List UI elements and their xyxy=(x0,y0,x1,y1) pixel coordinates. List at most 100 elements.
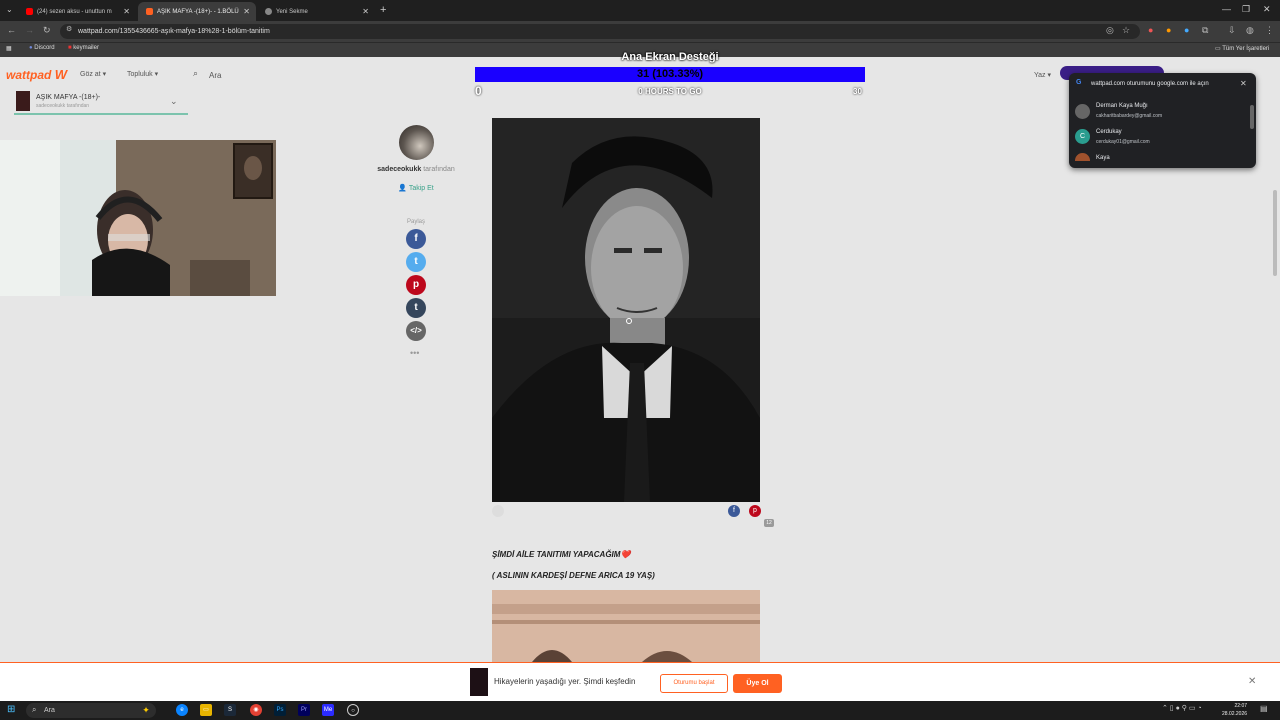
account-name[interactable]: Cerdukay xyxy=(1096,129,1122,135)
close-icon[interactable]: ✕ xyxy=(123,7,130,16)
story-paragraph: ŞİMDİ AİLE TANITIMI YAPACAĞIM❤️ xyxy=(492,550,631,559)
avatar xyxy=(1075,153,1090,161)
follow-button[interactable]: 👤 Takip Et xyxy=(360,184,472,192)
extension-icon[interactable]: ● xyxy=(1166,25,1171,35)
tab-wattpad[interactable]: AŞIK MAFYA -(18+)- - 1.BÖLÜ ✕ xyxy=(138,2,256,21)
premiere-icon[interactable]: Pr xyxy=(298,704,310,716)
chevron-down-icon[interactable]: ⌄ xyxy=(170,96,178,107)
youtube-icon xyxy=(26,8,33,15)
search-icon: ⌕ xyxy=(32,705,37,714)
menu-icon[interactable]: ⋮ xyxy=(1265,25,1274,36)
wattpad-logo[interactable]: wattpad W xyxy=(6,67,67,82)
facebook-icon[interactable]: f xyxy=(406,229,426,249)
close-icon[interactable]: ✕ xyxy=(1248,676,1256,687)
new-tab-button[interactable]: + xyxy=(380,4,386,16)
add-user-icon: 👤 xyxy=(398,185,407,192)
taskbar-search[interactable]: Ara xyxy=(26,703,156,718)
scrollbar[interactable] xyxy=(1250,105,1254,129)
minimize-button[interactable]: — xyxy=(1222,4,1231,14)
twitter-icon[interactable]: t xyxy=(406,252,426,272)
nav-write[interactable]: Yaz ▾ xyxy=(1034,71,1051,79)
forward-icon[interactable]: → xyxy=(25,25,34,35)
photoshop-icon[interactable]: Ps xyxy=(274,704,286,716)
story-author-line: sadeceokukk tarafından xyxy=(36,103,90,109)
tab-search-icon[interactable]: ⌄ xyxy=(6,5,13,14)
embed-icon[interactable]: </> xyxy=(406,321,426,341)
eye-off-icon[interactable]: ◎ xyxy=(1106,25,1114,36)
tab-youtube[interactable]: (24) sezen aksu - unuttun m ✕ xyxy=(18,2,136,21)
pinterest-icon[interactable]: p xyxy=(749,505,761,517)
widget-icon[interactable]: ✦ xyxy=(140,704,152,716)
progress-max: 30 xyxy=(853,87,862,96)
author-avatar[interactable] xyxy=(399,125,434,160)
login-button[interactable]: Oturumu başlat xyxy=(660,674,728,693)
account-email[interactable]: cakharitbabardey@gmail.com xyxy=(1096,113,1162,119)
discord-icon: ● xyxy=(29,45,33,51)
all-bookmarks[interactable]: ▭ Tüm Yer İşaretleri xyxy=(1215,45,1269,52)
nav-browse[interactable]: Göz at ▾ xyxy=(80,70,106,78)
avatar: C xyxy=(1075,129,1090,144)
account-name[interactable]: Kaya xyxy=(1096,155,1110,161)
story-image-building xyxy=(492,590,760,662)
edge-icon[interactable]: e xyxy=(176,704,188,716)
story-image xyxy=(492,590,760,662)
story-image-portrait xyxy=(492,118,760,502)
window-close-button[interactable]: ✕ xyxy=(1263,4,1271,15)
file-explorer-icon[interactable]: ▭ xyxy=(200,704,212,716)
account-email[interactable]: cerdukay01@gmail.com xyxy=(1096,139,1150,145)
story-title: AŞIK MAFYA -(18+)- xyxy=(36,94,101,101)
search-input[interactable]: Ara xyxy=(209,71,221,80)
address-bar[interactable]: wattpad.com/1355436665-aşık-mafya-18%28-… xyxy=(60,24,1140,39)
close-icon[interactable]: ✕ xyxy=(362,7,369,16)
search-icon[interactable]: ⌕ xyxy=(193,68,198,79)
reload-icon[interactable]: ↻ xyxy=(43,25,51,36)
author-name[interactable]: sadeceokukk tarafından xyxy=(360,166,472,173)
hours-to-go: 0 HOURS TO GO xyxy=(638,87,702,96)
profile-icon[interactable]: ◍ xyxy=(1246,25,1254,36)
pinterest-icon[interactable]: p xyxy=(406,275,426,295)
extensions-icon[interactable]: ⧉ xyxy=(1202,25,1208,36)
windows-start-icon[interactable]: ⊞ xyxy=(7,704,15,715)
story-cover-thumb xyxy=(16,91,30,111)
folder-icon: ▭ xyxy=(1215,46,1221,52)
close-icon[interactable]: ✕ xyxy=(243,7,250,16)
extension-icon[interactable]: ● xyxy=(1184,25,1189,35)
account-name[interactable]: Derman Kaya Muğı xyxy=(1096,103,1148,109)
steam-icon[interactable]: S xyxy=(224,704,236,716)
keymailer-icon: ■ xyxy=(68,45,72,51)
facebook-icon[interactable]: f xyxy=(728,505,740,517)
nav-community[interactable]: Topluluk ▾ xyxy=(127,70,158,78)
progress-text: 31 (103.33%) xyxy=(636,68,704,80)
taskbar-clock[interactable]: 22:07 28.02.2026 xyxy=(1222,702,1247,718)
url-text: wattpad.com/1355436665-aşık-mafya-18%28-… xyxy=(78,28,270,35)
page-scrollbar[interactable] xyxy=(1273,190,1277,276)
bookmark-discord[interactable]: ● Discord xyxy=(29,45,55,51)
w-logo-icon: W xyxy=(54,67,67,82)
maximize-button[interactable]: ❐ xyxy=(1242,4,1250,15)
system-tray-icons[interactable]: ⌃ ▯ ● ⚲ ▭ ◔ xyxy=(1162,704,1202,712)
signup-banner xyxy=(0,662,1280,702)
comment-count-badge[interactable]: 12 xyxy=(764,519,774,527)
back-icon[interactable]: ← xyxy=(7,25,16,35)
notification-icon[interactable]: ▤ xyxy=(1260,704,1268,713)
more-icon[interactable]: ••• xyxy=(410,348,419,358)
tab-new[interactable]: Yeni Sekme ✕ xyxy=(257,2,375,21)
signup-button[interactable]: Üye Ol xyxy=(733,674,782,693)
close-icon[interactable]: ✕ xyxy=(1240,79,1247,88)
star-icon[interactable]: ☆ xyxy=(1122,25,1130,36)
obs-icon[interactable]: ○ xyxy=(347,704,359,716)
tab-label: Yeni Sekme xyxy=(276,8,308,15)
downloads-icon[interactable]: ⇩ xyxy=(1228,25,1236,36)
bookmark-keymailer[interactable]: ■ keymailer xyxy=(68,45,99,51)
webcam-image xyxy=(0,140,276,296)
vote-icon[interactable] xyxy=(492,505,504,517)
tumblr-icon[interactable]: t xyxy=(406,298,426,318)
google-popup-title: wattpad.com oturumunu google.com ile açı… xyxy=(1091,81,1209,87)
site-info-icon[interactable]: ⚙ xyxy=(66,25,72,33)
apps-icon[interactable]: ▦ xyxy=(6,45,12,52)
story-image xyxy=(492,118,760,502)
media-encoder-icon[interactable]: Me xyxy=(322,704,334,716)
chrome-icon[interactable]: ◉ xyxy=(250,704,262,716)
cursor-icon xyxy=(626,318,632,324)
extension-icon[interactable]: ● xyxy=(1148,25,1153,35)
